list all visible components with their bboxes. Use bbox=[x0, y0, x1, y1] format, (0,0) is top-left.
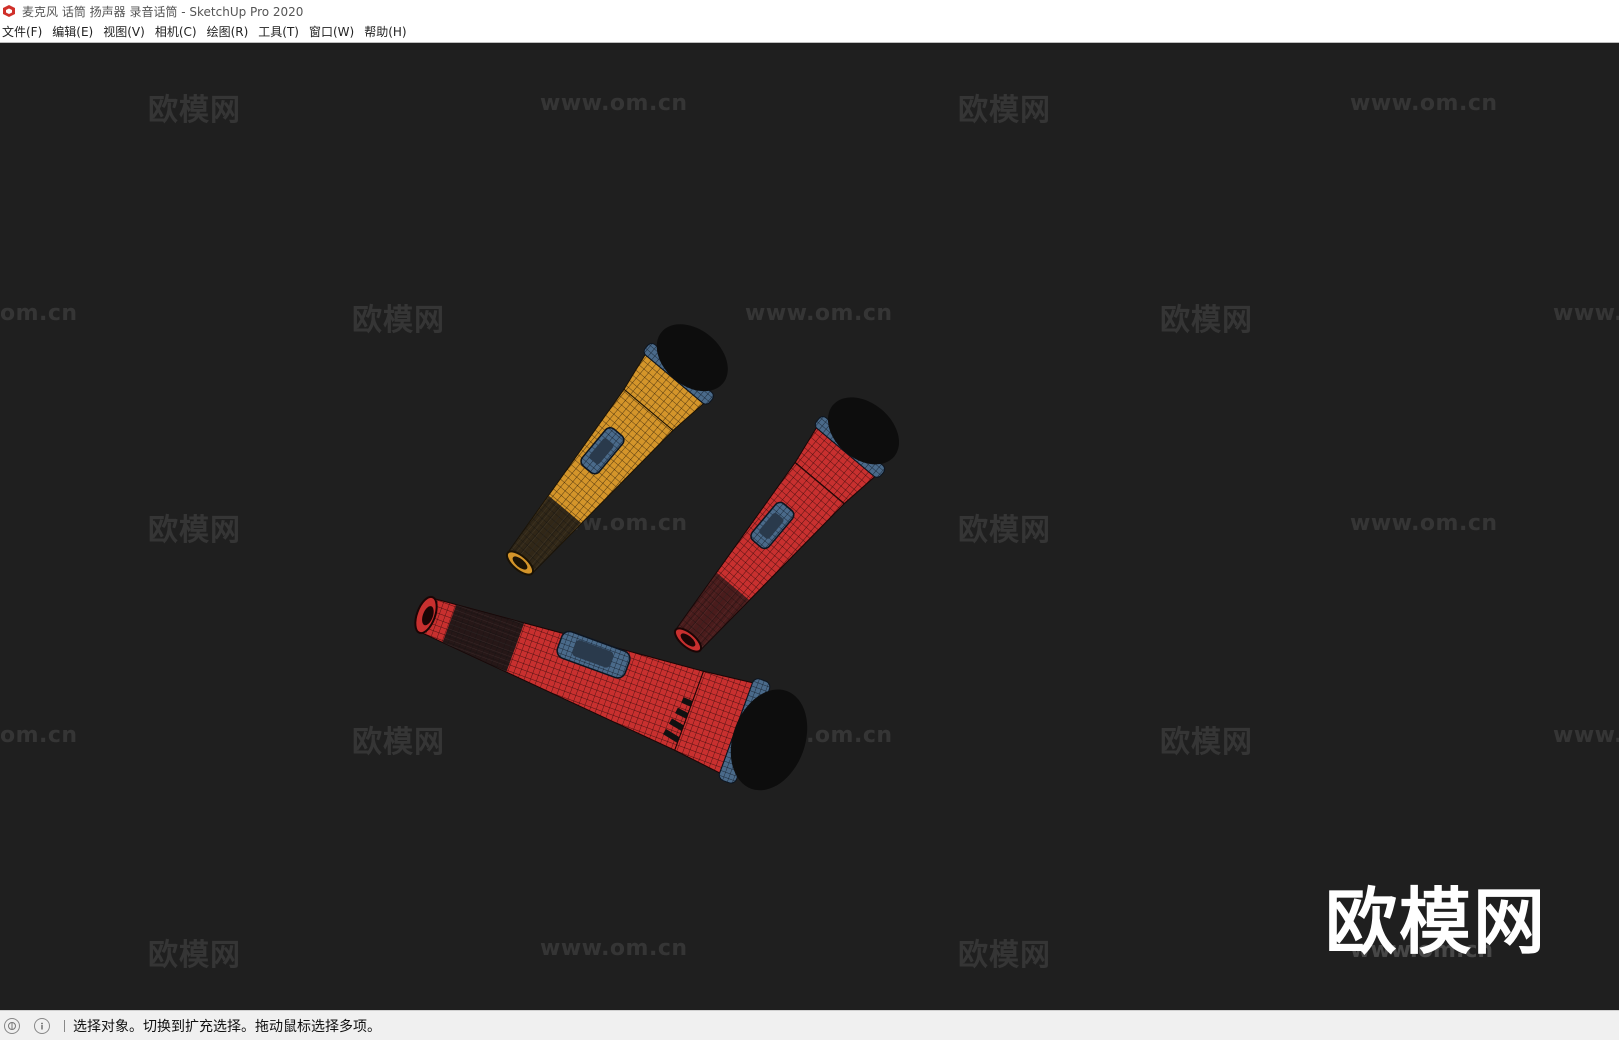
info-icon[interactable] bbox=[34, 1018, 50, 1034]
sketchup-logo-icon bbox=[2, 4, 16, 18]
menu-bar: 文件(F) 编辑(E) 视图(V) 相机(C) 绘图(R) 工具(T) 窗口(W… bbox=[0, 22, 1619, 43]
menu-window[interactable]: 窗口(W) bbox=[306, 22, 361, 42]
window-title: 麦克风 话筒 扬声器 录音话筒 - SketchUp Pro 2020 bbox=[22, 4, 304, 19]
menu-help[interactable]: 帮助(H) bbox=[361, 22, 413, 42]
menu-view[interactable]: 视图(V) bbox=[100, 22, 152, 42]
yellow-microphone bbox=[505, 324, 728, 576]
red-microphone-lying bbox=[414, 595, 808, 791]
status-divider bbox=[64, 1020, 65, 1032]
title-bar: 麦克风 话筒 扬声器 录音话筒 - SketchUp Pro 2020 bbox=[0, 0, 1619, 22]
model-viewport[interactable]: 欧模网 www.om.cn 欧模网 www.om.cn om.cn 欧模网 ww… bbox=[0, 43, 1619, 1010]
menu-tools[interactable]: 工具(T) bbox=[255, 22, 306, 42]
menu-file[interactable]: 文件(F) bbox=[0, 22, 49, 42]
menu-draw[interactable]: 绘图(R) bbox=[204, 22, 256, 42]
menu-edit[interactable]: 编辑(E) bbox=[49, 22, 100, 42]
geo-location-icon[interactable] bbox=[4, 1018, 20, 1034]
menu-camera[interactable]: 相机(C) bbox=[152, 22, 204, 42]
status-message: 选择对象。切换到扩充选择。拖动鼠标选择多项。 bbox=[73, 1019, 381, 1035]
sketchup-window: 麦克风 话筒 扬声器 录音话筒 - SketchUp Pro 2020 文件(F… bbox=[0, 0, 1619, 1040]
status-bar: 选择对象。切换到扩充选择。拖动鼠标选择多项。 bbox=[0, 1010, 1619, 1040]
red-microphone-upright bbox=[673, 397, 900, 653]
brand-logo-url: www.om.cn bbox=[1350, 938, 1494, 963]
